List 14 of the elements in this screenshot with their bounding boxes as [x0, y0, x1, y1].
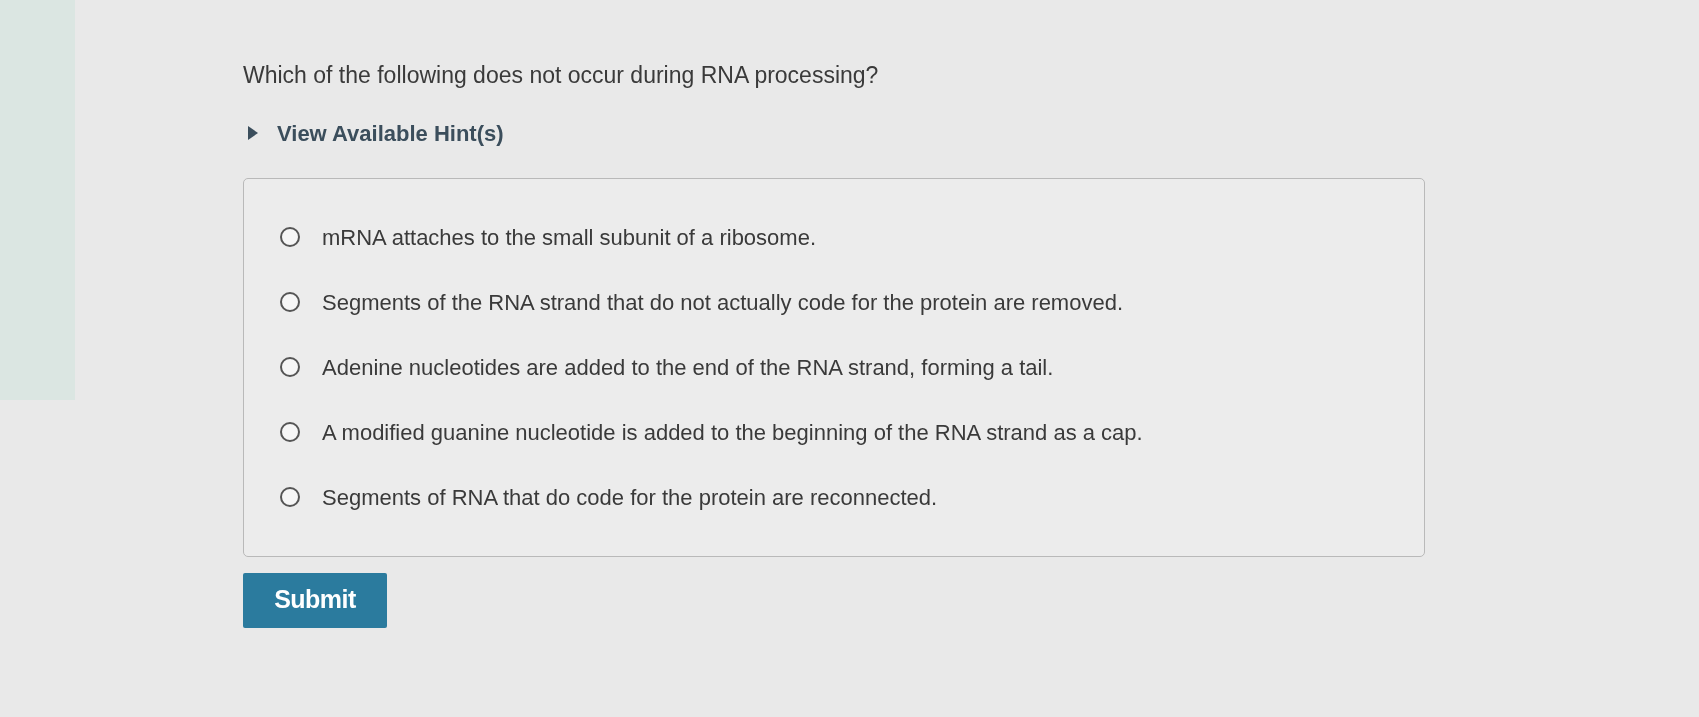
caret-icon[interactable]	[247, 126, 259, 140]
radio-button[interactable]	[280, 422, 300, 442]
radio-button[interactable]	[280, 227, 300, 247]
submit-button[interactable]: Submit	[243, 572, 387, 628]
radio-button[interactable]	[280, 487, 300, 507]
option-text: Adenine nucleotides are added to the end of the RNA strand, forming a tail.	[322, 353, 1054, 382]
question-text: Which of the following does not occur during RNA processing?	[243, 61, 880, 90]
option-text: Segments of RNA that do code for the protein are reconnected.	[322, 483, 938, 512]
hint-link[interactable]: View Available Hint(s)	[277, 116, 504, 150]
radio-button[interactable]	[280, 292, 300, 312]
radio-button[interactable]	[280, 357, 300, 377]
option-text: mRNA attaches to the small subunit of a ribosome.	[322, 223, 816, 252]
option-text: A modified guanine nucleotide is added to the beginning of the RNA strand as a cap.	[322, 418, 1143, 447]
option-text: Segments of the RNA strand that do not actually code for the protein are removed.	[322, 288, 1123, 317]
